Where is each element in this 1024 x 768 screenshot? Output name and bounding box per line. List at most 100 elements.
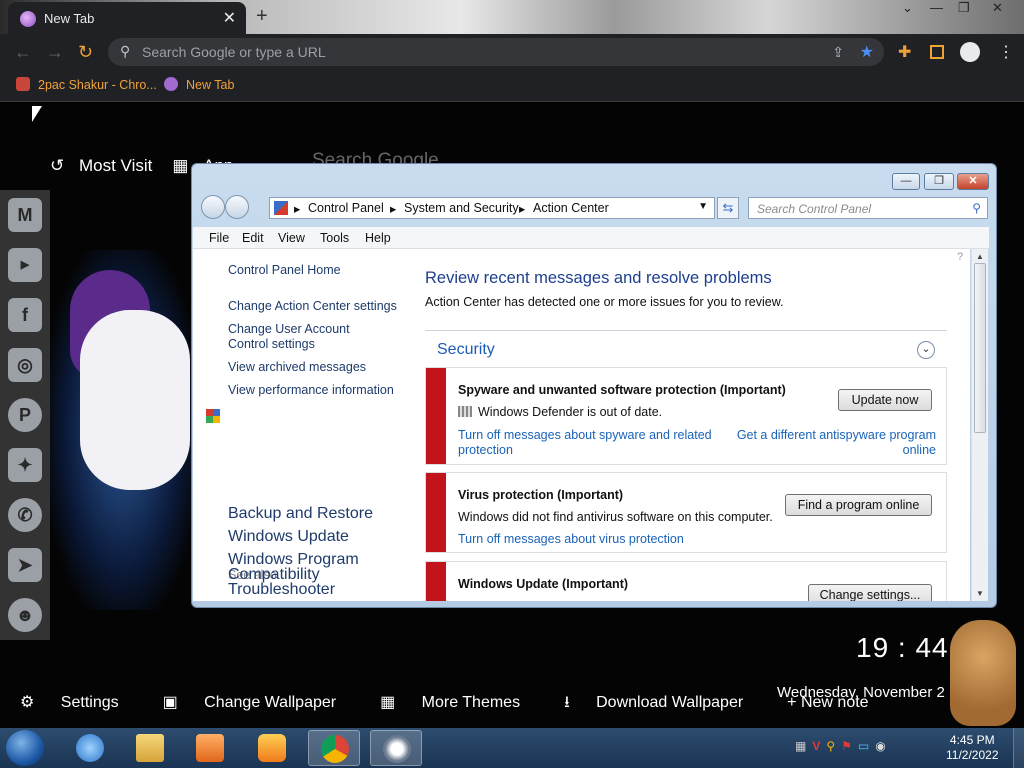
minimize-button[interactable]: — (930, 0, 943, 15)
bookmark-favicon-icon (164, 77, 178, 91)
find-program-online-button[interactable]: Find a program online (785, 494, 932, 516)
change-settings-button[interactable]: Change settings... (808, 584, 932, 601)
search-icon[interactable]: ⚲ (972, 201, 981, 215)
get-antispyware-link[interactable]: Get a different antispyware program onli… (726, 428, 936, 458)
more-themes-label: More Themes (421, 694, 521, 711)
twitter-icon[interactable]: ✦ (8, 448, 42, 482)
turn-off-spyware-messages-link[interactable]: Turn off messages about spyware and rela… (458, 428, 718, 458)
profile-avatar[interactable] (960, 42, 980, 62)
scrollbar-thumb[interactable] (974, 263, 986, 433)
window-maximize-button[interactable]: ❐ (924, 173, 954, 190)
new-note-button[interactable]: + New note (787, 694, 868, 711)
control-panel-search-input[interactable]: Search Control Panel ⚲ (748, 197, 988, 219)
show-desktop-button[interactable] (1013, 728, 1024, 768)
uac-shield-icon (206, 409, 220, 423)
browser-title-bar: New Tab ✕ + ⌄ — ❐ ✕ (0, 0, 1024, 34)
gmail-icon[interactable]: M (8, 198, 42, 232)
tray-search-icon[interactable]: ⚲ (826, 739, 835, 753)
control-panel-home-link[interactable]: Control Panel Home (228, 263, 341, 278)
important-bar (426, 562, 446, 601)
reload-icon[interactable]: ↻ (78, 42, 93, 63)
window-minimize-button[interactable]: — (892, 173, 920, 190)
taskbar-file-explorer[interactable] (124, 730, 176, 766)
menu-tools[interactable]: Tools (320, 231, 349, 245)
address-dropdown-icon[interactable]: ▼ (698, 201, 708, 212)
breadcrumb-action-center[interactable]: Action Center (533, 201, 609, 215)
menu-view[interactable]: View (278, 231, 305, 245)
scroll-up-icon[interactable]: ▲ (976, 252, 984, 261)
forward-icon[interactable]: → (46, 42, 64, 63)
address-bar[interactable]: ▸ Control Panel ▸ System and Security ▸ … (269, 197, 715, 219)
omnibox[interactable]: ⚲ Search Google or type a URL ⇪ ★ (108, 38, 884, 66)
view-performance-link[interactable]: View performance information (228, 383, 394, 398)
change-uac-settings-link[interactable]: Change User Account Control settings (228, 322, 393, 352)
share-icon[interactable]: ⇪ (832, 44, 844, 61)
start-button[interactable] (6, 730, 44, 766)
extensions-icon[interactable]: ✚ (898, 42, 911, 62)
close-window-button[interactable]: ✕ (992, 0, 1003, 16)
menu-file[interactable]: File (209, 231, 229, 245)
bookmark-star-icon[interactable]: ★ (860, 42, 874, 62)
taskbar-clock[interactable]: 4:45 PM 11/2/2022 (946, 733, 999, 763)
refresh-button[interactable]: ⇆ (717, 197, 739, 219)
youtube-icon[interactable]: ▶ (8, 248, 42, 282)
menu-help[interactable]: Help (365, 231, 391, 245)
window-back-button[interactable] (201, 195, 225, 219)
important-bar (426, 473, 446, 552)
instagram-icon[interactable]: ◎ (8, 348, 42, 382)
bookmark-2pac[interactable]: 2pac Shakur - Chro... (16, 77, 157, 92)
tab-search-icon[interactable]: ⌄ (902, 0, 913, 16)
ntp-bottom-bar: ⚙ Settings ▣ Change Wallpaper ▦ More Theme… (20, 691, 891, 718)
hamster-sticker-image (950, 620, 1016, 726)
whatsapp-icon[interactable]: ✆ (8, 498, 42, 532)
taskbar-uc-browser[interactable] (246, 730, 298, 766)
menu-edit[interactable]: Edit (242, 231, 264, 245)
reddit-icon[interactable]: ☻ (8, 598, 42, 632)
taskbar-media-player[interactable] (184, 730, 236, 766)
tab-new-tab[interactable]: New Tab ✕ (8, 2, 246, 34)
menu-kebab-icon[interactable]: ⋮ (998, 42, 1014, 62)
change-wallpaper-button[interactable]: ▣ Change Wallpaper (163, 694, 359, 711)
taskbar-internet-explorer[interactable] (64, 730, 116, 766)
tray-v-icon[interactable]: V (812, 739, 820, 753)
window-close-button[interactable]: ✕ (957, 173, 989, 190)
most-visited-label: Most Visit (78, 156, 153, 175)
back-icon[interactable]: ← (14, 42, 32, 63)
tray-flag-icon[interactable]: ⚑ (841, 739, 852, 753)
most-visited-link[interactable]: ↺ Most Visit (50, 156, 162, 175)
settings-button[interactable]: ⚙ Settings (20, 694, 141, 711)
breadcrumb-system-security[interactable]: System and Security (404, 201, 519, 215)
side-panel-icon[interactable] (930, 45, 944, 59)
view-archived-messages-link[interactable]: View archived messages (228, 360, 366, 375)
telegram-icon[interactable]: ➤ (8, 548, 42, 582)
breadcrumb-control-panel[interactable]: Control Panel (308, 201, 384, 215)
bookmark-new-tab[interactable]: New Tab (164, 77, 234, 92)
collapse-chevron-icon[interactable]: ⌄ (917, 341, 935, 359)
tray-monitor-icon[interactable]: ▭ (858, 739, 869, 753)
tray-app-icon[interactable]: ▦ (795, 739, 806, 753)
spyware-card: Spyware and unwanted software protection… (425, 367, 947, 465)
pinterest-icon[interactable]: P (8, 398, 42, 432)
facebook-icon[interactable]: f (8, 298, 42, 332)
change-action-center-settings-link[interactable]: Change Action Center settings (228, 299, 397, 314)
tray-volume-icon[interactable]: ◉ (875, 739, 885, 753)
update-now-button[interactable]: Update now (838, 389, 932, 411)
omnibox-placeholder: Search Google or type a URL (142, 44, 326, 60)
taskbar-control-panel[interactable] (370, 730, 422, 766)
taskbar-chrome[interactable] (308, 730, 360, 766)
download-wallpaper-button[interactable]: ⭳ Download Wallpaper (564, 694, 765, 711)
turn-off-virus-messages-link[interactable]: Turn off messages about virus protection (458, 532, 684, 547)
tab-close-icon[interactable]: ✕ (223, 8, 236, 28)
window-forward-button[interactable] (225, 195, 249, 219)
windows-update-card: Windows Update (Important) Change settin… (425, 561, 947, 601)
vertical-scrollbar[interactable]: ▲ ▼ (971, 249, 988, 601)
help-icon[interactable]: ? (957, 251, 963, 263)
file-explorer-icon (136, 734, 164, 762)
chrome-icon (321, 735, 349, 763)
scroll-down-icon[interactable]: ▼ (976, 589, 984, 598)
maximize-button[interactable]: ❐ (958, 0, 970, 16)
more-themes-button[interactable]: ▦ More Themes (380, 694, 542, 711)
new-tab-button[interactable]: + (256, 5, 268, 28)
section-title-security[interactable]: Security (437, 341, 495, 359)
section-divider (425, 330, 947, 331)
